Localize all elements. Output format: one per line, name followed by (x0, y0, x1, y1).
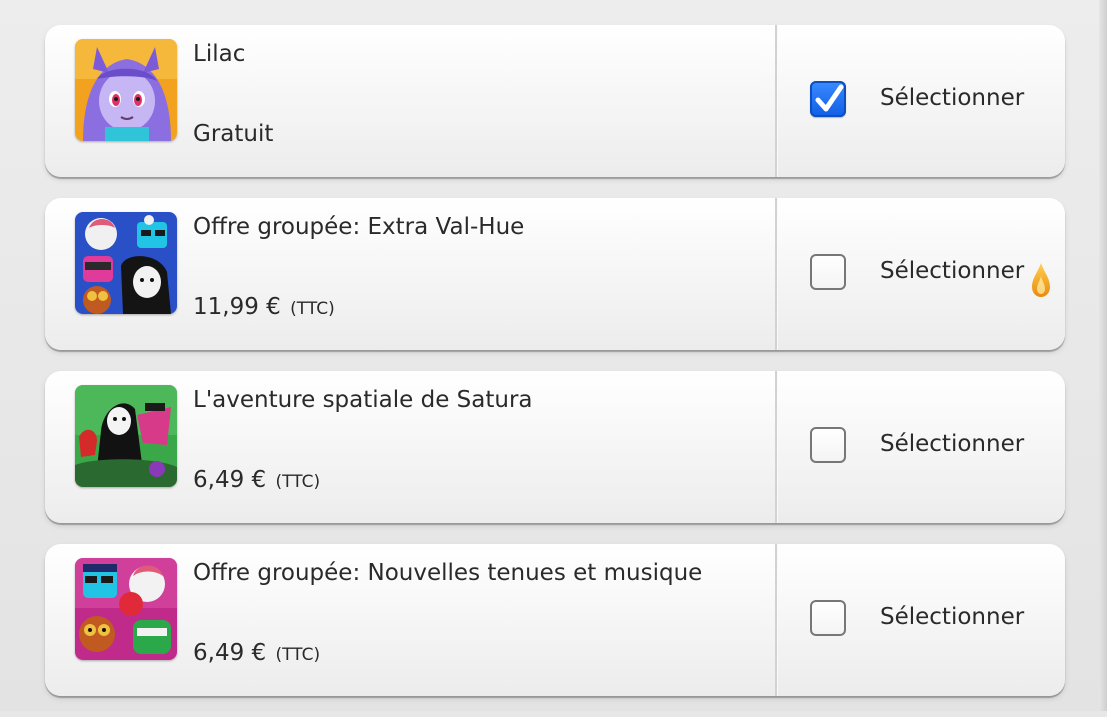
extra-val-hue-bundle-icon (75, 212, 177, 314)
select-label: Sélectionner (880, 431, 1025, 457)
dlc-list: Lilac Gratuit Sélectionner Offre groupée… (45, 25, 1065, 717)
satura-space-adventure-icon (75, 385, 177, 487)
dlc-selection-screen: Lilac Gratuit Sélectionner Offre groupée… (0, 0, 1107, 711)
scrollbar-edge (1099, 0, 1107, 711)
outfits-music-bundle-icon (75, 558, 177, 660)
dlc-price-value: Gratuit (193, 121, 274, 147)
dlc-item-satura: L'aventure spatiale de Satura 6,49 € (TT… (45, 371, 1065, 523)
dlc-title: Offre groupée: Nouvelles tenues et musiq… (193, 560, 703, 586)
select-toggle[interactable]: Sélectionner (778, 25, 1065, 177)
dlc-item-info[interactable]: Offre groupée: Extra Val-Hue 11,99 € (TT… (45, 198, 775, 350)
select-checkbox[interactable] (810, 600, 846, 636)
select-label: Sélectionner (880, 85, 1025, 111)
cursor-flame-icon (1032, 263, 1050, 297)
dlc-price: 6,49 € (TTC) (193, 640, 320, 666)
dlc-item-lilac: Lilac Gratuit Sélectionner (45, 25, 1065, 177)
dlc-item-info[interactable]: Offre groupée: Nouvelles tenues et musiq… (45, 544, 775, 696)
dlc-item-outfits-music: Offre groupée: Nouvelles tenues et musiq… (45, 544, 1065, 696)
dlc-title: L'aventure spatiale de Satura (193, 387, 533, 413)
dlc-title: Offre groupée: Extra Val-Hue (193, 214, 525, 240)
lilac-character-icon (75, 39, 177, 141)
dlc-title: Lilac (193, 41, 246, 67)
dlc-item-info[interactable]: L'aventure spatiale de Satura 6,49 € (TT… (45, 371, 775, 523)
dlc-price: 11,99 € (TTC) (193, 294, 335, 320)
select-toggle[interactable]: Sélectionner (778, 371, 1065, 523)
dlc-price-value: 6,49 € (193, 467, 267, 493)
checkmark-icon (815, 84, 844, 112)
tax-label: (TTC) (275, 645, 321, 665)
tax-label: (TTC) (275, 472, 321, 492)
select-checkbox[interactable] (810, 427, 846, 463)
dlc-price-value: 6,49 € (193, 640, 267, 666)
dlc-price-value: 11,99 € (193, 294, 281, 320)
select-checkbox[interactable] (810, 254, 846, 290)
select-toggle[interactable]: Sélectionner (778, 544, 1065, 696)
select-label: Sélectionner (880, 258, 1025, 284)
dlc-price: 6,49 € (TTC) (193, 467, 320, 493)
dlc-price: Gratuit (193, 121, 273, 147)
dlc-item-extra-val-hue: Offre groupée: Extra Val-Hue 11,99 € (TT… (45, 198, 1065, 350)
tax-label: (TTC) (290, 299, 335, 319)
select-checkbox[interactable] (810, 81, 846, 117)
select-label: Sélectionner (880, 604, 1025, 630)
dlc-item-info[interactable]: Lilac Gratuit (45, 25, 775, 177)
select-toggle[interactable]: Sélectionner (778, 198, 1065, 350)
